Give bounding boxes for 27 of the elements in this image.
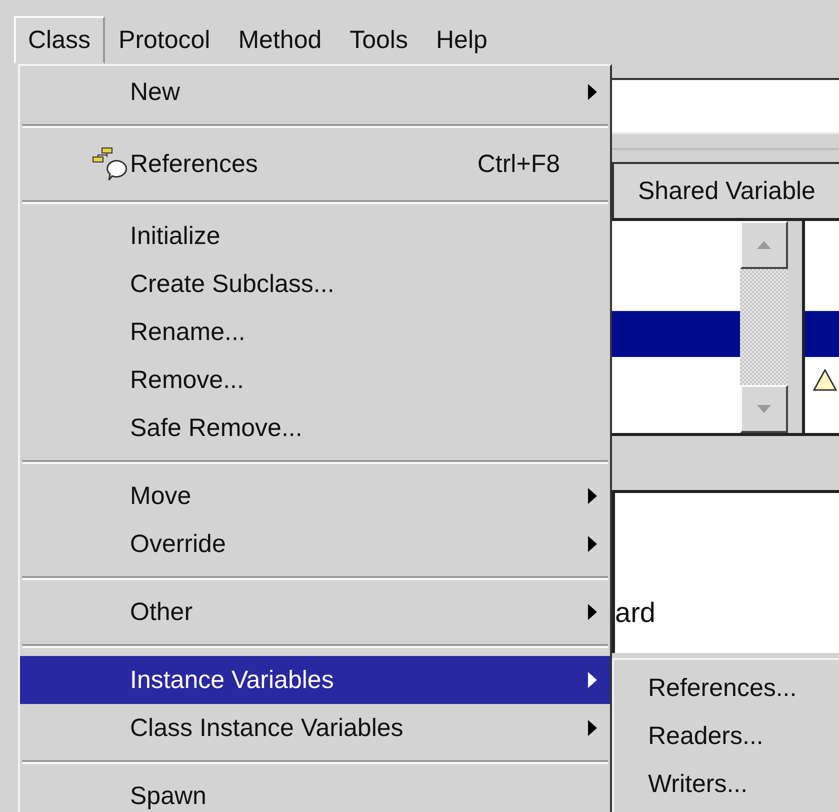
menu-item[interactable]: Create Subclass... — [20, 260, 610, 308]
comment-text: ard — [615, 597, 656, 629]
menu-item[interactable]: New — [20, 68, 610, 116]
up-arrow-icon — [756, 240, 772, 250]
menu-item[interactable]: Move — [20, 472, 610, 520]
scrollbar[interactable] — [740, 221, 788, 433]
menubar-item[interactable]: Class — [14, 16, 105, 64]
menu-item[interactable]: Instance Variables — [20, 656, 610, 704]
menubar-item[interactable]: Help — [422, 16, 502, 64]
menu-item[interactable]: Readers... — [614, 712, 839, 760]
menubar-item[interactable]: Method — [224, 16, 336, 64]
menu-item[interactable]: Initialize — [20, 212, 610, 260]
menu-item[interactable]: Other — [20, 588, 610, 636]
menubar-item[interactable]: Tools — [336, 16, 422, 64]
menu-item[interactable]: Remove... — [20, 356, 610, 404]
menu-item[interactable]: Writers... — [614, 760, 839, 808]
down-arrow-icon — [756, 404, 772, 414]
find-field[interactable] — [612, 78, 839, 134]
menu-item[interactable]: Rename... — [20, 308, 610, 356]
menu-item[interactable]: Safe Remove... — [20, 404, 610, 452]
tab[interactable]: Shared Variable — [612, 162, 839, 218]
menu-item[interactable]: Override — [20, 520, 610, 568]
menu-item[interactable]: References Ctrl+F8 — [20, 136, 610, 192]
menubar-item[interactable]: Protocol — [104, 16, 224, 64]
menu-item[interactable]: References... — [614, 664, 839, 712]
menu-item[interactable]: Spawn — [20, 772, 610, 812]
menu-item[interactable]: Class Instance Variables — [20, 704, 610, 752]
